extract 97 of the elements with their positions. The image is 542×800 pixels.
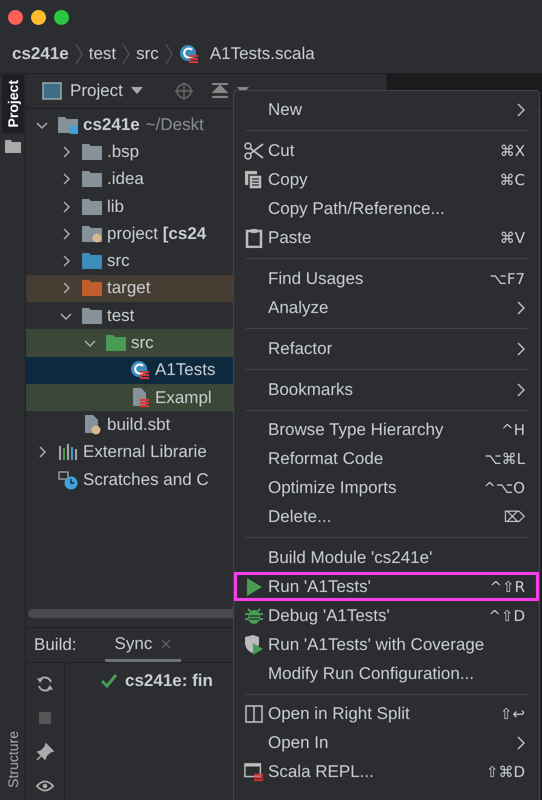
- shortcut-label: ^H: [501, 421, 525, 440]
- menu-item[interactable]: Open in Right Split ⇧↩: [234, 700, 539, 729]
- chevron-icon: [517, 382, 525, 397]
- menu-item[interactable]: Browse Type Hierarchy ^H: [234, 416, 539, 445]
- shortcut-label: ⌦: [504, 508, 525, 526]
- pin-icon[interactable]: [36, 743, 54, 761]
- scissors-icon: [244, 141, 264, 162]
- tool-window-tab[interactable]: Structure: [2, 725, 24, 794]
- collapse-all-icon[interactable]: [210, 82, 229, 100]
- tree-item-label: lib: [107, 196, 124, 217]
- menu-item[interactable]: Paste ⌘V: [234, 224, 539, 252]
- shortcut-label: ⇧↩: [500, 705, 525, 724]
- check-icon: [101, 674, 117, 688]
- menu-item[interactable]: Cut ⌘X: [234, 136, 539, 166]
- shortcut-label: ^⇧D: [488, 606, 525, 625]
- bug-icon: [244, 606, 264, 626]
- shield-play-icon: [244, 634, 264, 655]
- chevron-icon: [164, 43, 173, 65]
- tree-item-label: target: [107, 278, 150, 298]
- scratch-clock-icon: [58, 470, 78, 490]
- folder-icon: [82, 306, 102, 326]
- console-icon: [244, 762, 264, 782]
- menu-item[interactable]: Build Module 'cs241e': [234, 544, 539, 572]
- tree-item-label: Exampl: [155, 388, 212, 408]
- menu-item[interactable]: Reformat Code ⌥⌘L: [234, 444, 539, 474]
- shortcut-label: ^⌥O: [483, 479, 525, 498]
- breadcrumb-item[interactable]: src: [136, 44, 159, 64]
- shortcut-label: ⇧⌘D: [486, 763, 525, 782]
- shortcut-label: ⌘X: [500, 142, 525, 160]
- tree-item-label: build.sbt: [107, 414, 170, 435]
- menu-item[interactable]: Scala REPL... ⇧⌘D: [234, 758, 539, 787]
- tree-item-label: src: [131, 333, 154, 354]
- copy-icon: [244, 170, 264, 190]
- libraries-icon: [58, 442, 78, 462]
- path-label: ~/Deskt: [146, 114, 204, 135]
- menu-item[interactable]: Copy Path/Reference...: [234, 194, 539, 224]
- menu-item[interactable]: New: [234, 96, 539, 125]
- menu-item[interactable]: Open In: [234, 728, 539, 758]
- tree-item-label: cs241e: [83, 114, 140, 135]
- build-tab[interactable]: Sync: [104, 628, 182, 662]
- chevron-icon: [517, 300, 525, 315]
- tree-item-label: External Librarie: [83, 442, 207, 462]
- crosshair-icon[interactable]: [174, 82, 193, 100]
- tree-item-label: .bsp: [107, 142, 140, 162]
- panel-title[interactable]: Project: [70, 81, 123, 101]
- breadcrumb-item[interactable]: A1Tests.scala: [210, 44, 315, 64]
- menu-item[interactable]: Optimize Imports ^⌥O: [234, 474, 539, 503]
- zoom-window-button[interactable]: [54, 10, 69, 25]
- file-icon: [130, 388, 150, 408]
- close-icon[interactable]: [161, 638, 172, 648]
- folder-icon: [82, 142, 102, 162]
- clipboard-icon: [244, 228, 264, 248]
- shortcut-label: ⌥F7: [490, 270, 525, 288]
- close-window-button[interactable]: [8, 10, 23, 25]
- caret-icon[interactable]: [130, 87, 143, 95]
- menu-item[interactable]: Copy ⌘C: [234, 166, 539, 195]
- shortcut-label: ⌥⌘L: [484, 450, 525, 468]
- chevron-icon: [74, 43, 83, 65]
- folder-icon: [106, 333, 126, 354]
- folder-icon: [82, 169, 102, 190]
- menu-item[interactable]: Run 'A1Tests' ^⇧R: [234, 572, 539, 602]
- chevron-icon: [517, 103, 525, 118]
- shortcut-label: ⌘C: [500, 171, 525, 190]
- scala-file-icon: [178, 44, 199, 64]
- folder-icon: [58, 114, 78, 135]
- folder-icon: [82, 224, 102, 244]
- refresh-icon[interactable]: [36, 675, 54, 693]
- tree-item-label: src: [107, 251, 130, 272]
- breadcrumb-item[interactable]: test: [88, 44, 116, 64]
- chevron-icon: [517, 736, 525, 750]
- window-icon: [42, 82, 62, 100]
- play-icon: [244, 576, 264, 597]
- minimize-window-button[interactable]: [31, 10, 46, 25]
- panel-title: Build:: [34, 635, 77, 655]
- folder-icon: [82, 196, 102, 217]
- menu-item[interactable]: Modify Run Configuration...: [234, 659, 539, 688]
- file-icon: [82, 414, 102, 435]
- menu-item[interactable]: Debug 'A1Tests' ^⇧D: [234, 601, 539, 630]
- folder-icon: [82, 251, 102, 272]
- scala-object-icon: [130, 360, 150, 380]
- split-view-icon: [244, 704, 264, 724]
- tree-item-label: A1Tests: [155, 360, 216, 380]
- tree-item-label: project [cs24: [107, 224, 206, 244]
- menu-item[interactable]: Run 'A1Tests' with Coverage: [234, 630, 539, 660]
- shortcut-label: ⌘V: [500, 229, 525, 247]
- tree-item-label: Scratches and C: [83, 470, 209, 490]
- build-result-text[interactable]: cs241e: fin: [125, 671, 213, 691]
- menu-item[interactable]: Delete... ⌦: [234, 502, 539, 532]
- folder-icon: [82, 278, 102, 298]
- chevron-icon: [122, 43, 130, 65]
- folder-icon[interactable]: [4, 139, 20, 154]
- shortcut-label: ^⇧R: [489, 578, 525, 596]
- tool-window-tab[interactable]: Project: [2, 74, 24, 134]
- breadcrumb-item[interactable]: cs241e: [12, 44, 69, 64]
- chevron-icon: [517, 342, 525, 356]
- tree-item-label: test: [107, 306, 134, 326]
- tree-item-label: .idea: [107, 169, 144, 190]
